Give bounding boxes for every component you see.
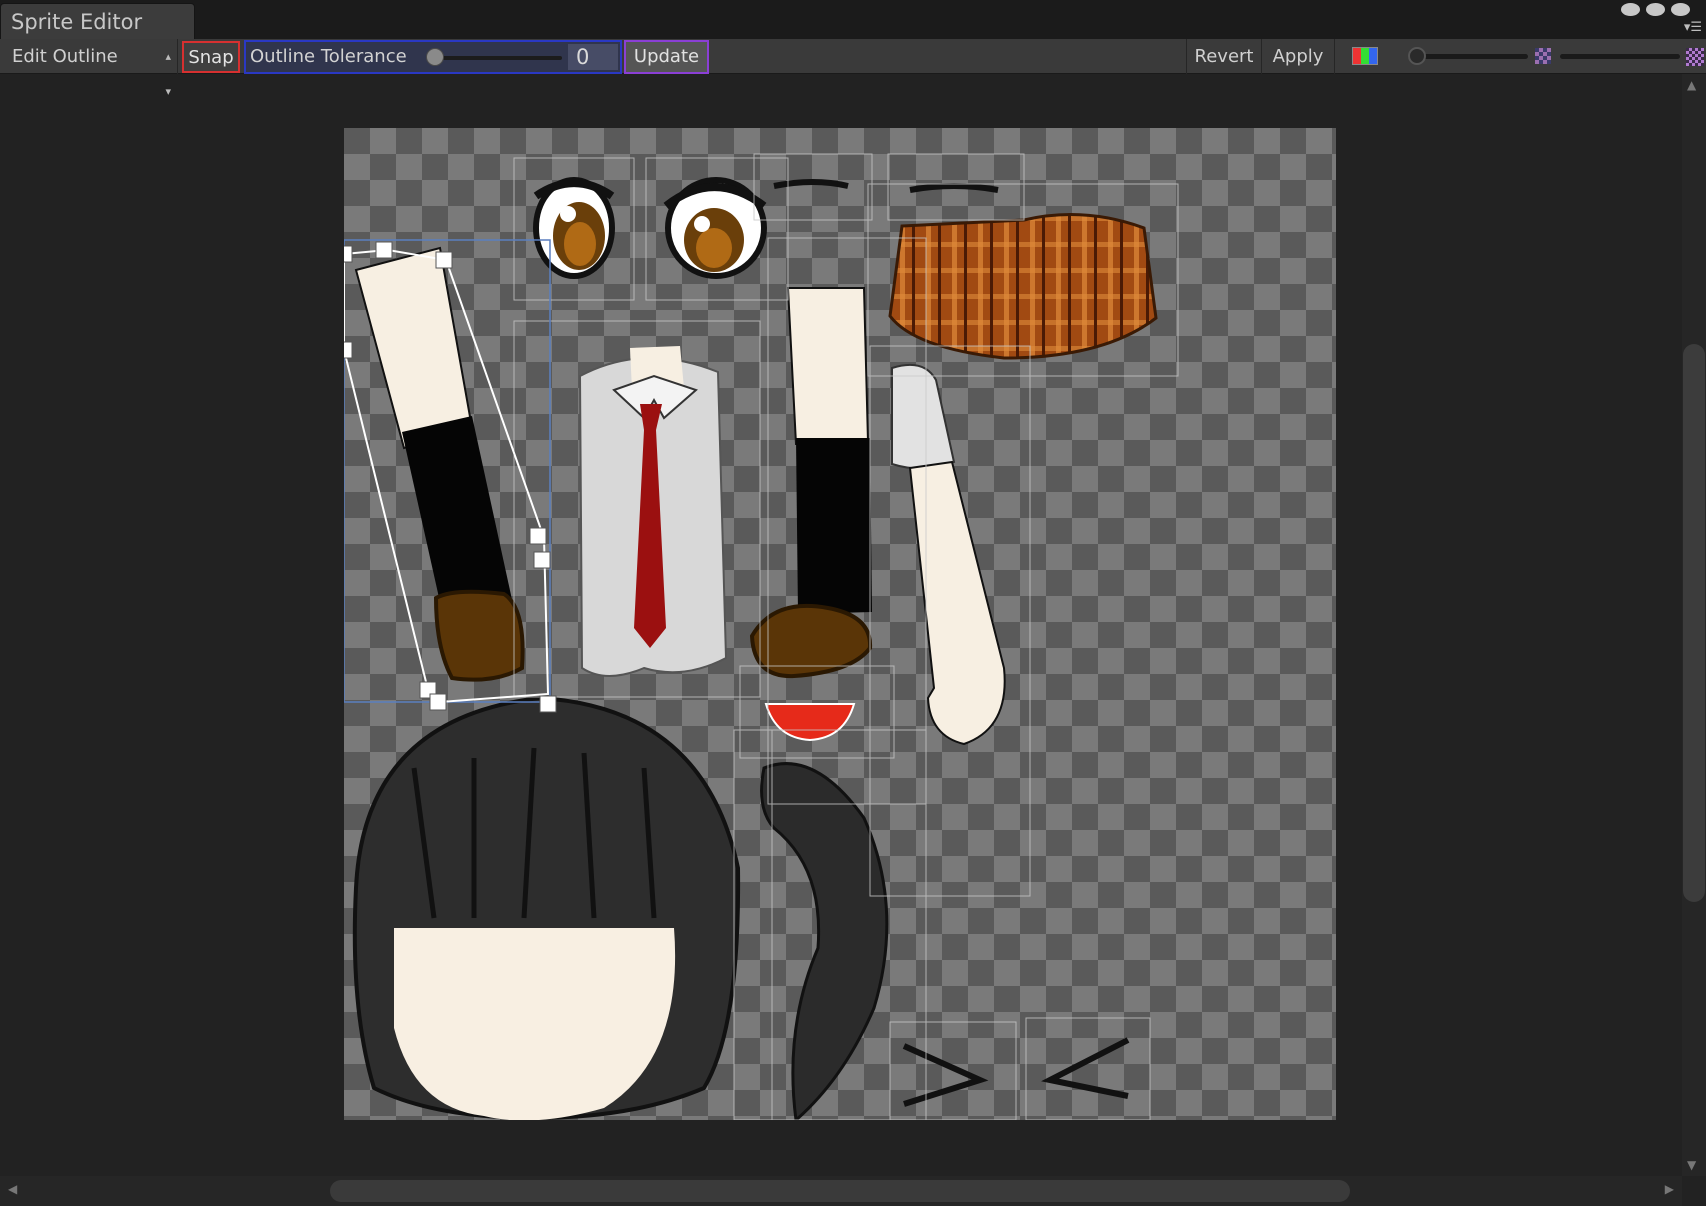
outline-tolerance-label: Outline Tolerance — [250, 46, 407, 67]
scroll-up-icon[interactable]: ▲ — [1687, 78, 1696, 92]
sprite-hair-front[interactable] — [352, 695, 741, 1120]
tab-bar: Sprite Editor ▾☰ — [0, 0, 1706, 39]
outline-tolerance-control: Outline Tolerance 0 — [244, 40, 622, 74]
update-button[interactable]: Update — [624, 40, 709, 74]
outline-vertex-handle[interactable] — [375, 241, 393, 259]
horizontal-scroll-thumb[interactable] — [330, 1180, 1350, 1202]
mip-icon[interactable] — [1686, 48, 1704, 66]
window-control-icon[interactable] — [1671, 3, 1690, 16]
zoom-slider-knob[interactable] — [1408, 47, 1426, 65]
outline-vertex-handle[interactable] — [344, 245, 353, 263]
scroll-down-icon[interactable]: ▼ — [1687, 1158, 1696, 1172]
sprite-eye-left[interactable] — [533, 177, 615, 279]
tab-sprite-editor[interactable]: Sprite Editor — [0, 3, 195, 39]
tab-menu-icon[interactable]: ▾☰ — [1684, 21, 1702, 34]
sprite-eye-right[interactable] — [663, 177, 767, 279]
vertical-scrollbar[interactable]: ▲ ▼ — [1682, 74, 1706, 1176]
outline-tolerance-slider-knob[interactable] — [426, 48, 444, 66]
outline-tolerance-slider-track[interactable] — [434, 56, 562, 60]
window-control-icon[interactable] — [1646, 3, 1665, 16]
scroll-left-icon[interactable]: ◀ — [8, 1182, 17, 1196]
revert-button[interactable]: Revert — [1186, 39, 1261, 74]
outline-vertex-handle[interactable] — [344, 341, 353, 359]
outline-vertex-handle[interactable] — [435, 251, 453, 269]
horizontal-scrollbar[interactable]: ◀ ▶ — [0, 1176, 1682, 1206]
sprite-canvas[interactable] — [344, 128, 1336, 1120]
mode-dropdown-label: Edit Outline — [12, 46, 118, 67]
sprite-skirt[interactable] — [888, 213, 1158, 360]
scroll-right-icon[interactable]: ▶ — [1665, 1182, 1674, 1196]
color-channel-icon[interactable] — [1352, 47, 1378, 65]
mode-dropdown[interactable]: Edit Outline ▴ ▾ — [0, 39, 178, 98]
sprite-shirt[interactable] — [578, 346, 728, 677]
outline-vertex-handle[interactable] — [533, 551, 551, 569]
outline-vertex-handle[interactable] — [529, 527, 547, 545]
alpha-icon[interactable] — [1535, 48, 1551, 64]
window-controls — [1621, 3, 1690, 16]
updown-arrows-icon: ▴ ▾ — [165, 50, 171, 98]
outline-vertex-handle[interactable] — [539, 695, 557, 713]
snap-toggle[interactable]: Snap — [182, 41, 240, 73]
apply-button[interactable]: Apply — [1261, 39, 1335, 74]
outline-tolerance-value-field[interactable]: 0 — [568, 44, 618, 70]
zoom-slider-track[interactable] — [1408, 54, 1528, 59]
outline-vertex-handle[interactable] — [429, 693, 447, 711]
toolbar: Edit Outline ▴ ▾ Snap Outline Tolerance 0… — [0, 39, 1706, 98]
mip-slider-track[interactable] — [1560, 54, 1680, 59]
vertical-scroll-thumb[interactable] — [1683, 344, 1705, 902]
window-control-icon[interactable] — [1621, 3, 1640, 16]
